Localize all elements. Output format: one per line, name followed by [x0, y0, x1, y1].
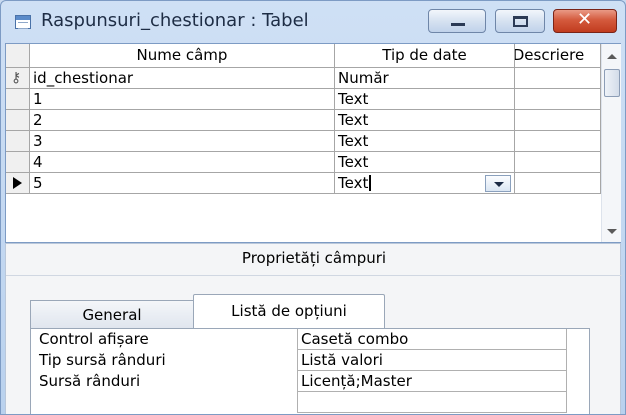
scroll-down-icon[interactable]	[607, 229, 617, 234]
row-selector[interactable]	[6, 110, 30, 131]
column-header-name[interactable]: Nume câmp	[30, 44, 335, 68]
data-type-cell[interactable]: Text	[335, 152, 515, 173]
minimize-button[interactable]	[428, 9, 486, 33]
property-label: Tip sursă rânduri	[39, 351, 166, 369]
data-type-cell[interactable]: Text	[335, 173, 515, 194]
title-bar[interactable]: Raspunsuri_chestionar : Tabel ✕	[1, 1, 625, 43]
scroll-up-icon[interactable]	[607, 54, 617, 59]
property-value[interactable]	[297, 392, 567, 413]
property-row[interactable]: Tip sursă rânduri Listă valori	[39, 350, 567, 371]
data-type-cell[interactable]: Număr	[335, 68, 515, 89]
divider	[6, 275, 622, 276]
text-caret	[369, 175, 372, 191]
property-row[interactable]: Sursă rânduri Licență;Master	[39, 371, 567, 392]
data-type-cell[interactable]: Text	[335, 131, 515, 152]
row-selector[interactable]	[6, 89, 30, 110]
property-label: Sursă rânduri	[39, 372, 141, 390]
description-cell[interactable]	[515, 110, 601, 131]
description-cell[interactable]	[515, 173, 601, 194]
property-row[interactable]	[39, 392, 567, 413]
field-properties-title: Proprietăți câmpuri	[241, 249, 387, 267]
vertical-scrollbar[interactable]	[601, 44, 621, 242]
description-cell[interactable]	[515, 152, 601, 173]
close-icon: ✕	[577, 9, 593, 30]
scroll-thumb[interactable]	[604, 69, 620, 97]
field-properties-panel: Proprietăți câmpuri General Listă de opț…	[5, 243, 622, 414]
property-row[interactable]: Control afișare Casetă combo	[39, 329, 567, 350]
field-grid: Nume câmp Tip de date Descriere ⚷ id_che…	[5, 43, 621, 243]
description-cell[interactable]	[515, 89, 601, 110]
field-name-cell[interactable]: 5	[30, 173, 335, 194]
table-design-window: Raspunsuri_chestionar : Tabel ✕ Nume câm…	[0, 0, 626, 415]
field-name-cell[interactable]: 4	[30, 152, 335, 173]
current-row-arrow-icon	[13, 177, 22, 189]
property-label	[39, 392, 297, 413]
minimize-icon	[451, 23, 465, 26]
lookup-properties-list: Control afișare Casetă combo Tip sursă r…	[30, 328, 590, 414]
maximize-icon	[513, 16, 528, 27]
header-corner[interactable]	[6, 44, 30, 68]
table-icon	[15, 15, 31, 29]
data-type-value: Text	[338, 174, 369, 192]
close-button[interactable]: ✕	[553, 9, 617, 33]
property-value[interactable]: Listă valori	[297, 350, 567, 371]
field-name-cell[interactable]: 3	[30, 131, 335, 152]
description-cell[interactable]	[515, 68, 601, 89]
data-type-cell[interactable]: Text	[335, 89, 515, 110]
window-title: Raspunsuri_chestionar : Tabel	[41, 10, 309, 31]
row-selector[interactable]	[6, 131, 30, 152]
tab-general[interactable]: General	[30, 300, 194, 329]
row-selector[interactable]	[6, 152, 30, 173]
property-value[interactable]: Casetă combo	[297, 329, 567, 350]
property-label: Control afișare	[39, 330, 149, 348]
row-selector[interactable]: ⚷	[6, 68, 30, 89]
tab-lookup[interactable]: Listă de opțiuni	[193, 294, 385, 329]
field-name-cell[interactable]: 2	[30, 110, 335, 131]
column-header-type[interactable]: Tip de date	[335, 44, 515, 68]
row-selector[interactable]	[6, 173, 30, 194]
description-cell[interactable]	[515, 131, 601, 152]
data-type-cell[interactable]: Text	[335, 110, 515, 131]
field-name-cell[interactable]: 1	[30, 89, 335, 110]
maximize-button[interactable]	[495, 9, 545, 33]
column-header-description[interactable]: Descriere	[515, 44, 601, 68]
field-name-cell[interactable]: id_chestionar	[30, 68, 335, 89]
primary-key-icon: ⚷	[11, 70, 22, 86]
data-type-dropdown-button[interactable]	[485, 175, 511, 192]
property-value[interactable]: Licență;Master	[297, 371, 567, 392]
